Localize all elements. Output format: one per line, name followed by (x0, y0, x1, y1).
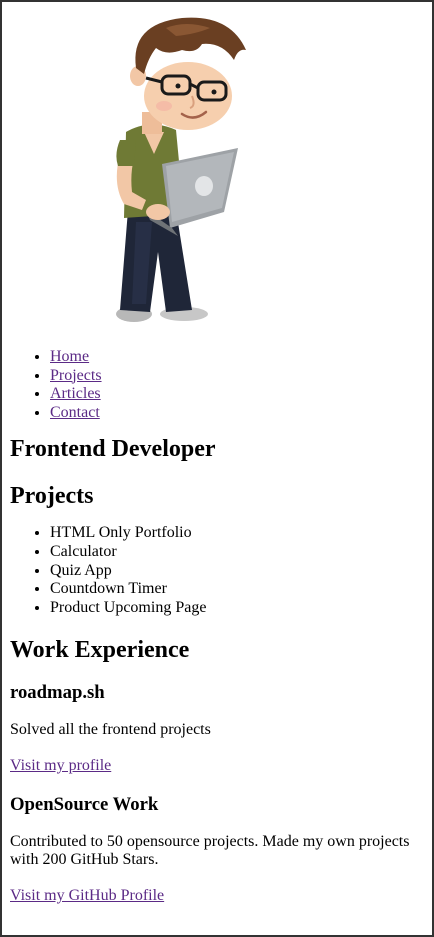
hero-section (10, 2, 424, 332)
visit-github-profile-link[interactable]: Visit my GitHub Profile (10, 887, 164, 904)
work-entry-opensource: OpenSource Work Contributed to 50 openso… (10, 794, 424, 906)
work-entry-description: Contributed to 50 opensource projects. M… (10, 832, 410, 869)
projects-section: Projects HTML Only Portfolio Calculator … (10, 482, 424, 617)
page-title: Frontend Developer (10, 436, 216, 463)
nav-list: Home Projects Articles Contact (10, 348, 424, 422)
nav-item-articles: Articles (50, 385, 424, 404)
work-entry-roadmap: roadmap.sh Solved all the frontend proje… (10, 682, 424, 775)
work-entry-title: OpenSource Work (10, 793, 159, 815)
projects-list: HTML Only Portfolio Calculator Quiz App … (10, 524, 424, 617)
nav-link-home[interactable]: Home (50, 348, 89, 365)
main-nav: Home Projects Articles Contact (10, 348, 424, 422)
nav-item-contact: Contact (50, 404, 424, 423)
work-experience-heading: Work Experience (10, 637, 190, 664)
work-entry-title: roadmap.sh (10, 682, 105, 704)
work-entry-description: Solved all the frontend projects (10, 721, 211, 739)
work-experience-section: Work Experience roadmap.sh Solved all th… (10, 636, 424, 905)
projects-heading: Projects (10, 483, 94, 510)
page-frame: Home Projects Articles Contact Frontend … (0, 0, 434, 937)
work-entry-link-wrapper: Visit my GitHub Profile (10, 887, 424, 906)
nav-link-articles[interactable]: Articles (50, 385, 101, 402)
visit-profile-link[interactable]: Visit my profile (10, 757, 111, 774)
project-item: Product Upcoming Page (50, 599, 424, 618)
project-item: Countdown Timer (50, 580, 424, 599)
project-item: Calculator (50, 543, 424, 562)
work-entry-link-wrapper: Visit my profile (10, 757, 424, 776)
project-item: HTML Only Portfolio (50, 524, 424, 543)
nav-link-projects[interactable]: Projects (50, 367, 102, 384)
developer-illustration (116, 17, 246, 322)
nav-link-contact[interactable]: Contact (50, 404, 100, 421)
nav-item-home: Home (50, 348, 424, 367)
nav-item-projects: Projects (50, 367, 424, 386)
project-item: Quiz App (50, 562, 424, 581)
